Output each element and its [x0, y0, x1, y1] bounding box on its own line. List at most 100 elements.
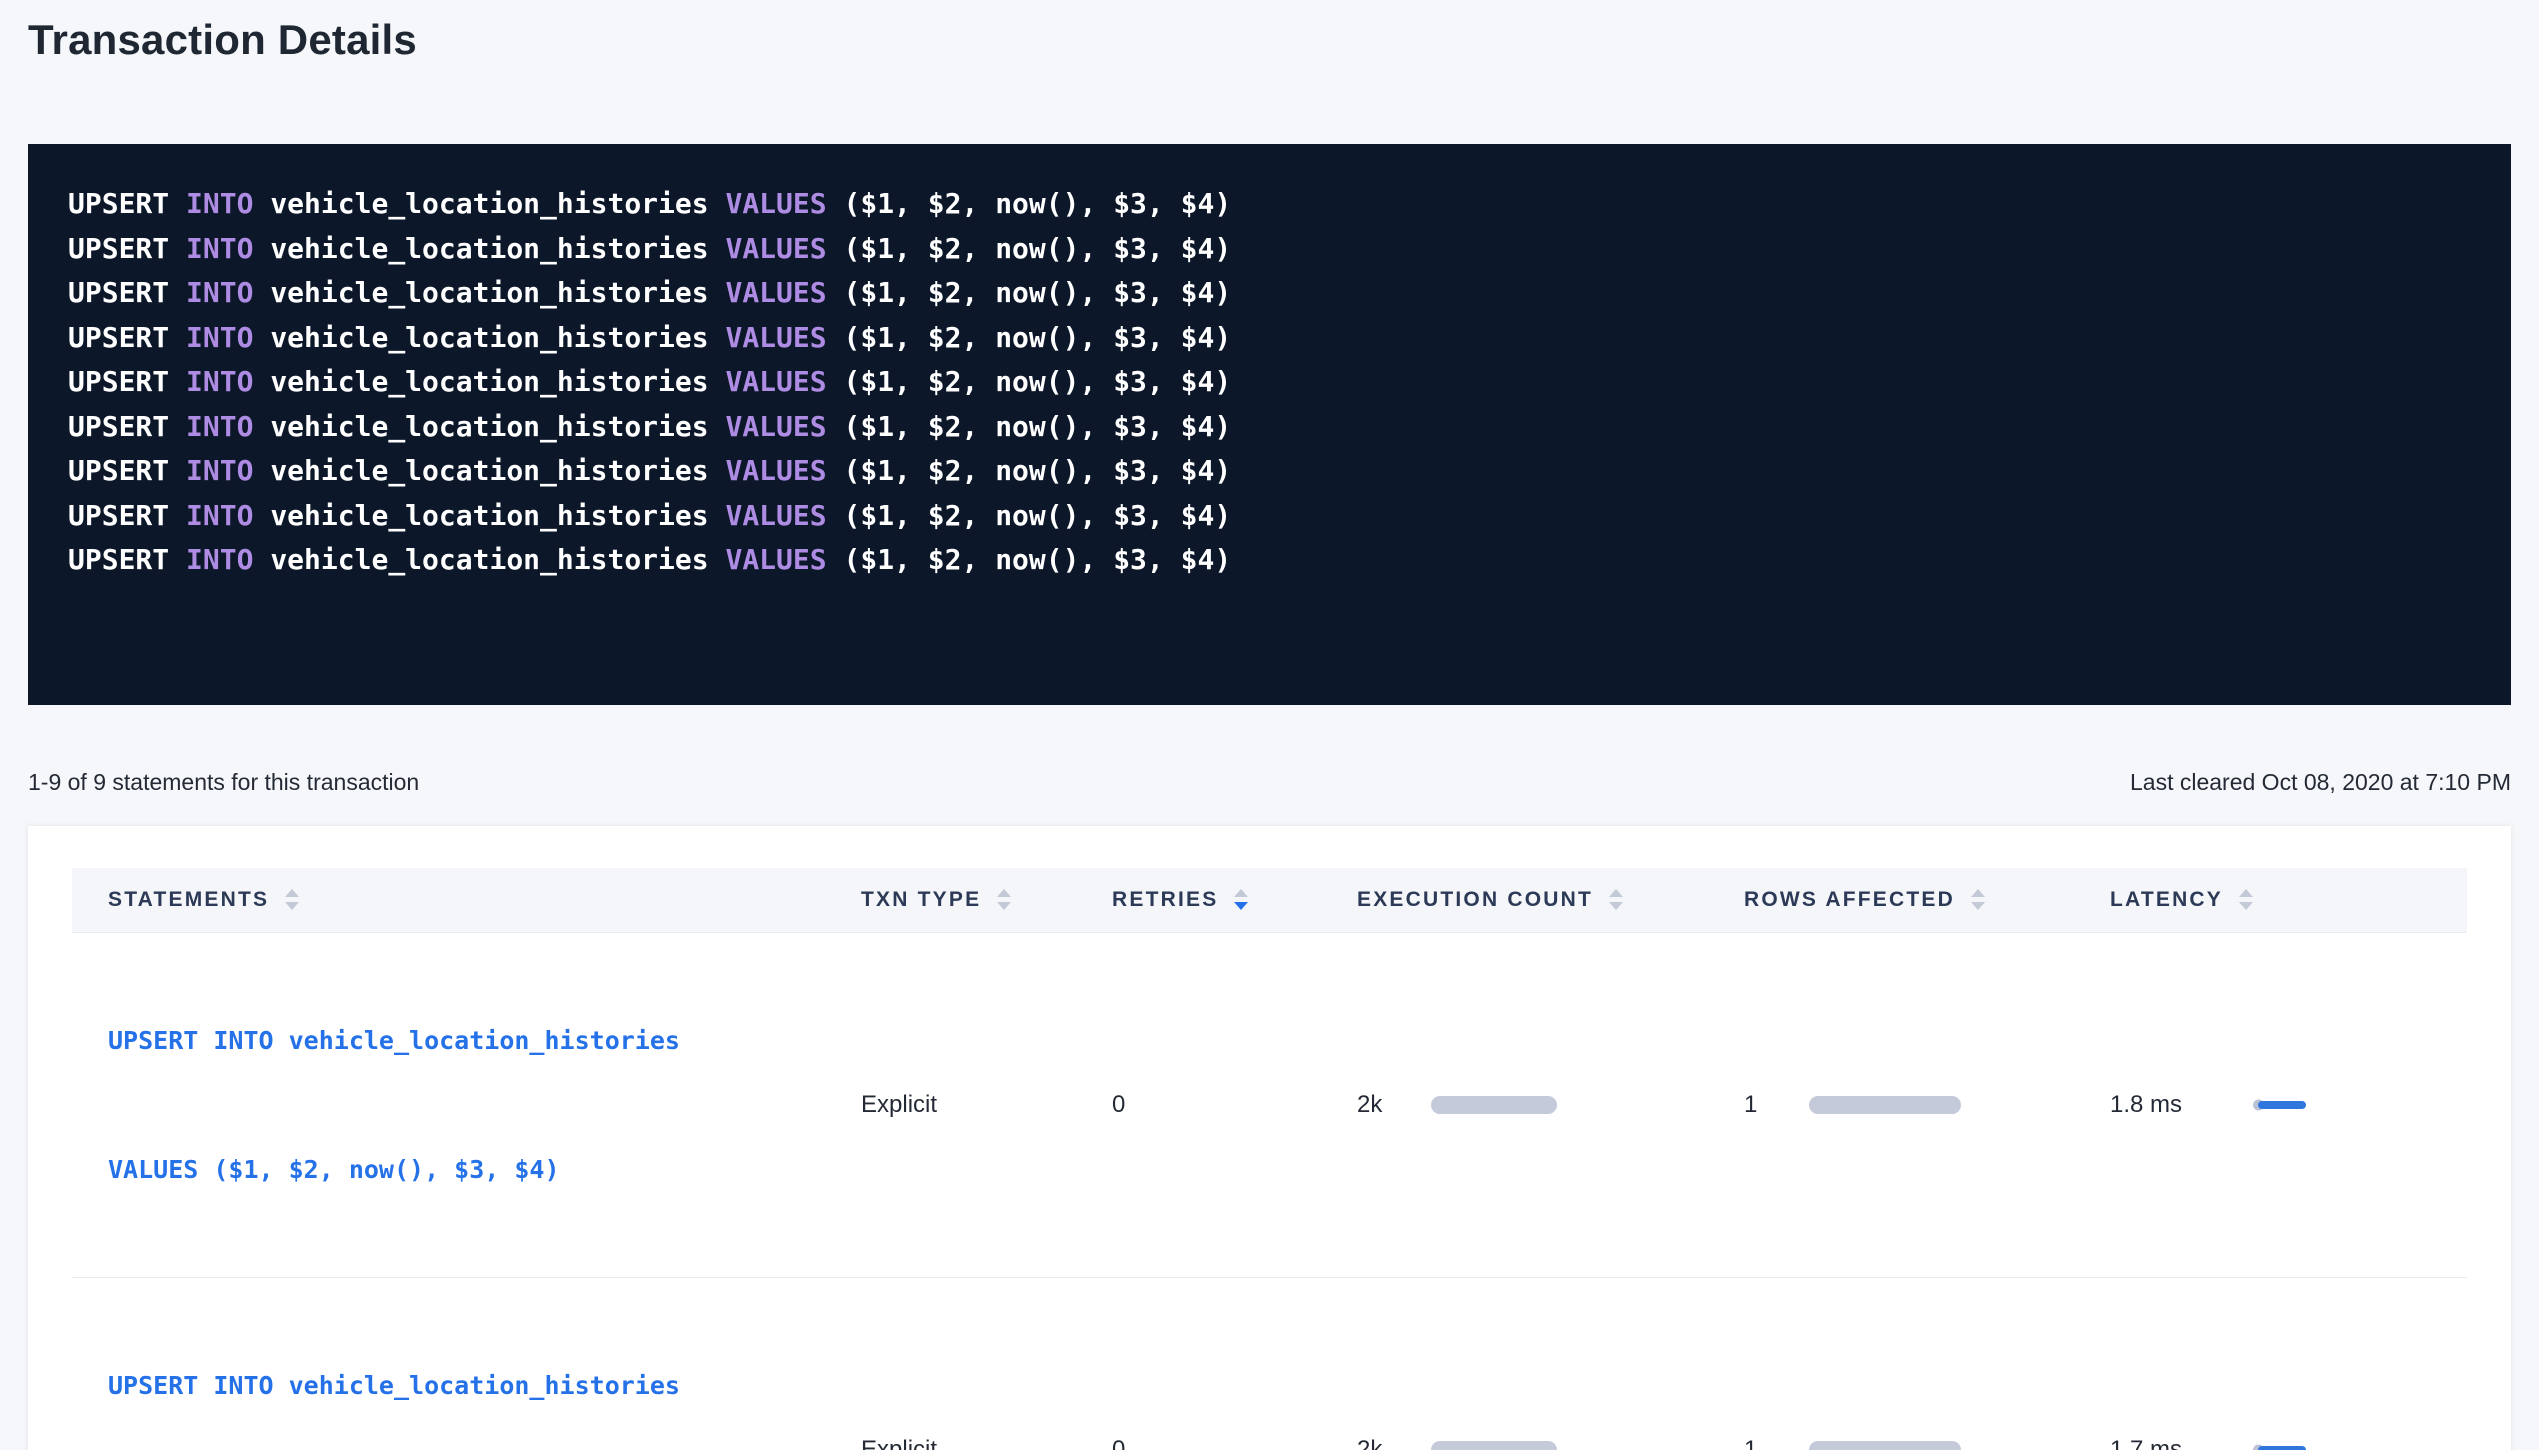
rows-affected-value: 1 [1744, 1091, 1809, 1119]
sql-code-line: UPSERT INTO vehicle_location_histories V… [68, 405, 2471, 450]
sql-keyword: INTO [186, 410, 270, 443]
sql-code-line: UPSERT INTO vehicle_location_histories V… [68, 316, 2471, 361]
sql-keyword: INTO [186, 543, 270, 576]
sql-code-line: UPSERT INTO vehicle_location_histories V… [68, 182, 2471, 227]
column-header-statements[interactable]: Statements [72, 868, 825, 932]
execution-count-bar [1431, 1096, 1557, 1114]
execution-count-value: 2k [1357, 1436, 1431, 1450]
transaction-details-page: Transaction Details UPSERT INTO vehicle_… [0, 0, 2539, 1450]
column-header-txn-type[interactable]: Txn Type [825, 868, 1076, 932]
table-meta-row: 1-9 of 9 statements for this transaction… [28, 769, 2511, 796]
sql-keyword: VALUES [725, 276, 843, 309]
sql-keyword: UPSERT [68, 365, 186, 398]
execution-count-bar [1431, 1441, 1557, 1450]
sql-code-line: UPSERT INTO vehicle_location_histories V… [68, 449, 2471, 494]
sql-code-line: UPSERT INTO vehicle_location_histories V… [68, 494, 2471, 539]
sql-keyword: UPSERT [68, 410, 186, 443]
rows-affected-cell: 1 [1708, 1277, 2074, 1450]
sort-icon-active-desc [1234, 889, 1248, 910]
column-header-execution-count[interactable]: Execution Count [1321, 868, 1708, 932]
sql-code-line: UPSERT INTO vehicle_location_histories V… [68, 360, 2471, 405]
execution-count-cell: 2k [1321, 932, 1708, 1277]
execution-count-value: 2k [1357, 1091, 1431, 1119]
sql-keyword: VALUES [725, 454, 843, 487]
sort-icon [1609, 889, 1623, 910]
latency-bar [2258, 1101, 2306, 1109]
retries-cell: 0 [1076, 932, 1321, 1277]
sql-keyword: INTO [186, 187, 270, 220]
sql-code-line: UPSERT INTO vehicle_location_histories V… [68, 271, 2471, 316]
sql-keyword: VALUES [725, 499, 843, 532]
statement-count-label: 1-9 of 9 statements for this transaction [28, 769, 419, 796]
sql-keyword: VALUES [725, 232, 843, 265]
statements-table: Statements Txn Type Retries [72, 868, 2467, 1450]
sql-table-name: vehicle_location_histories [270, 321, 725, 354]
sql-keyword: UPSERT [68, 276, 186, 309]
sql-keyword: INTO [186, 276, 270, 309]
rows-affected-bar [1809, 1096, 1961, 1114]
sql-args: ($1, $2, now(), $3, $4) [843, 454, 1231, 487]
sort-icon [997, 889, 1011, 910]
column-label: Txn Type [861, 888, 981, 912]
rows-affected-cell: 1 [1708, 932, 2074, 1277]
sql-keyword: INTO [186, 321, 270, 354]
sql-table-name: vehicle_location_histories [270, 365, 725, 398]
column-header-latency[interactable]: Latency [2074, 868, 2467, 932]
latency-value: 1.8 ms [2110, 1091, 2256, 1119]
txn-type-cell: Explicit [825, 932, 1076, 1277]
sql-keyword: INTO [186, 499, 270, 532]
sql-args: ($1, $2, now(), $3, $4) [843, 499, 1231, 532]
statement-line-2: VALUES ($1, $2, now(), $3, $4) [108, 1148, 825, 1191]
sql-table-name: vehicle_location_histories [270, 454, 725, 487]
sql-code-line: UPSERT INTO vehicle_location_histories V… [68, 227, 2471, 272]
sql-table-name: vehicle_location_histories [270, 499, 725, 532]
statements-table-card: Statements Txn Type Retries [28, 826, 2511, 1450]
table-row: UPSERT INTO vehicle_location_histories V… [72, 932, 2467, 1277]
sql-statements-preview: UPSERT INTO vehicle_location_histories V… [28, 144, 2511, 705]
last-cleared-label: Last cleared Oct 08, 2020 at 7:10 PM [2130, 769, 2511, 796]
latency-bar-chart [2256, 1098, 2312, 1112]
sql-args: ($1, $2, now(), $3, $4) [843, 232, 1231, 265]
table-header-row: Statements Txn Type Retries [72, 868, 2467, 932]
execution-count-cell: 2k [1321, 1277, 1708, 1450]
txn-type-cell: Explicit [825, 1277, 1076, 1450]
sql-keyword: INTO [186, 232, 270, 265]
sql-keyword: UPSERT [68, 232, 186, 265]
retries-cell: 0 [1076, 1277, 1321, 1450]
sql-table-name: vehicle_location_histories [270, 276, 725, 309]
latency-bar [2258, 1446, 2306, 1450]
column-header-retries[interactable]: Retries [1076, 868, 1321, 932]
column-label: Retries [1112, 888, 1218, 912]
latency-value: 1.7 ms [2110, 1436, 2256, 1450]
column-label: Rows Affected [1744, 888, 1955, 912]
sort-icon [285, 889, 299, 910]
sql-args: ($1, $2, now(), $3, $4) [843, 365, 1231, 398]
column-header-rows-affected[interactable]: Rows Affected [1708, 868, 2074, 932]
latency-cell: 1.8 ms [2074, 932, 2467, 1277]
sql-table-name: vehicle_location_histories [270, 410, 725, 443]
sql-keyword: UPSERT [68, 543, 186, 576]
sql-keyword: INTO [186, 365, 270, 398]
sql-keyword: VALUES [725, 321, 843, 354]
sql-args: ($1, $2, now(), $3, $4) [843, 543, 1231, 576]
sql-keyword: VALUES [725, 543, 843, 576]
statement-link[interactable]: UPSERT INTO vehicle_location_histories V… [72, 1277, 825, 1450]
statement-link[interactable]: UPSERT INTO vehicle_location_histories V… [72, 932, 825, 1277]
statement-line-1: UPSERT INTO vehicle_location_histories [108, 1364, 825, 1407]
rows-affected-value: 1 [1744, 1436, 1809, 1450]
sql-args: ($1, $2, now(), $3, $4) [843, 321, 1231, 354]
sql-table-name: vehicle_location_histories [270, 543, 725, 576]
latency-cell: 1.7 ms [2074, 1277, 2467, 1450]
rows-affected-bar [1809, 1441, 1961, 1450]
sql-keyword: UPSERT [68, 454, 186, 487]
latency-bar-chart [2256, 1443, 2312, 1450]
sql-args: ($1, $2, now(), $3, $4) [843, 410, 1231, 443]
sql-keyword: UPSERT [68, 187, 186, 220]
sql-keyword: VALUES [725, 410, 843, 443]
sql-args: ($1, $2, now(), $3, $4) [843, 187, 1231, 220]
table-row: UPSERT INTO vehicle_location_histories V… [72, 1277, 2467, 1450]
sql-keyword: VALUES [725, 187, 843, 220]
sql-keyword: VALUES [725, 365, 843, 398]
sql-table-name: vehicle_location_histories [270, 187, 725, 220]
sort-icon [1971, 889, 1985, 910]
